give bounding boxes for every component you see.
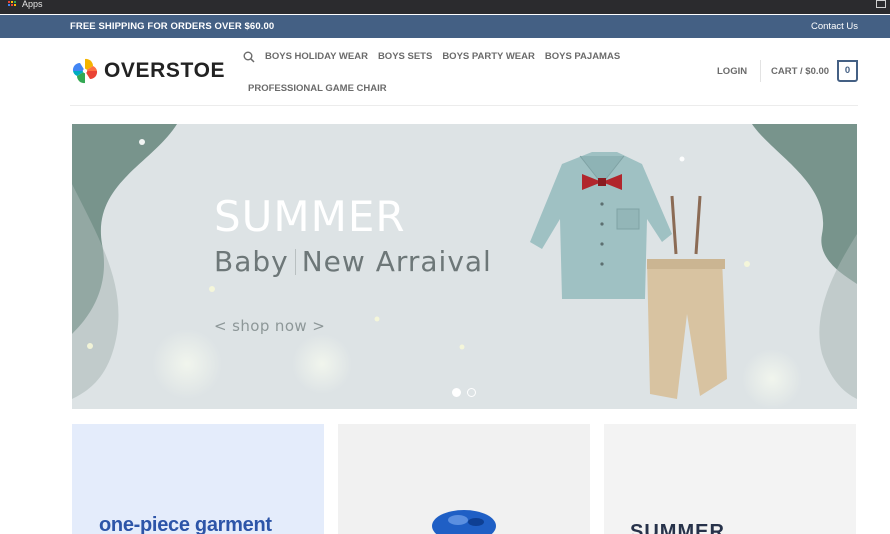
nav-professional-game-chair[interactable]: PROFESSIONAL GAME CHAIR (248, 83, 387, 94)
category-card-onepiece[interactable]: one-piece garment (72, 424, 324, 534)
header-divider-line (70, 105, 858, 106)
bookmarks-bar: Apps (0, 0, 890, 14)
cart-count-badge[interactable]: 0 (837, 60, 858, 82)
hero-subtitle-divider (294, 248, 296, 275)
category-card-summer[interactable]: SUMMER (604, 424, 856, 534)
slider-dot-2[interactable] (467, 388, 476, 397)
header-divider (760, 60, 761, 82)
hero-subtitle-right: New Arraival (301, 245, 492, 278)
slider-dot-1[interactable] (452, 388, 461, 397)
cart-link[interactable]: CART / $0.00 (771, 66, 829, 77)
shop-now-link[interactable]: < shop now > (214, 317, 325, 335)
nav-boys-pajamas[interactable]: BOYS PAJAMAS (545, 51, 620, 62)
nav-boys-sets[interactable]: BOYS SETS (378, 51, 432, 62)
hero-subtitle-left: Baby (214, 245, 289, 278)
hero-slider[interactable]: SUMMER Baby New Arraival < shop now > (72, 124, 857, 409)
slider-dots (452, 388, 476, 397)
reading-list-icon[interactable] (876, 0, 886, 8)
contact-us-link[interactable]: Contact Us (811, 21, 858, 32)
main-nav: BOYS HOLIDAY WEAR BOYS SETS BOYS PARTY W… (243, 48, 683, 94)
site-logo[interactable]: OVERSTOE (71, 57, 225, 85)
site-header: OVERSTOE BOYS HOLIDAY WEAR BOYS SETS BOY… (0, 38, 890, 106)
nav-boys-party-wear[interactable]: BOYS PARTY WEAR (442, 51, 535, 62)
search-icon[interactable] (243, 50, 255, 63)
login-link[interactable]: LOGIN (717, 66, 747, 77)
category-card-title: one-piece garment (99, 514, 272, 534)
blue-hat-image (432, 510, 496, 534)
apps-grid-icon (8, 0, 17, 8)
hero-subtitle: Baby New Arraival (214, 245, 492, 278)
apps-label: Apps (22, 0, 43, 9)
shipping-promo: FREE SHIPPING FOR ORDERS OVER $60.00 (70, 21, 275, 32)
hero-title: SUMMER (214, 192, 406, 241)
logo-pinwheel-icon (72, 58, 98, 84)
logo-text: OVERSTOE (104, 59, 226, 82)
nav-boys-holiday-wear[interactable]: BOYS HOLIDAY WEAR (265, 51, 368, 62)
category-card-hat[interactable] (338, 424, 590, 534)
category-card-title: SUMMER (630, 521, 725, 534)
top-bar: FREE SHIPPING FOR ORDERS OVER $60.00 Con… (0, 15, 890, 38)
apps-shortcut[interactable]: Apps (8, 0, 43, 9)
